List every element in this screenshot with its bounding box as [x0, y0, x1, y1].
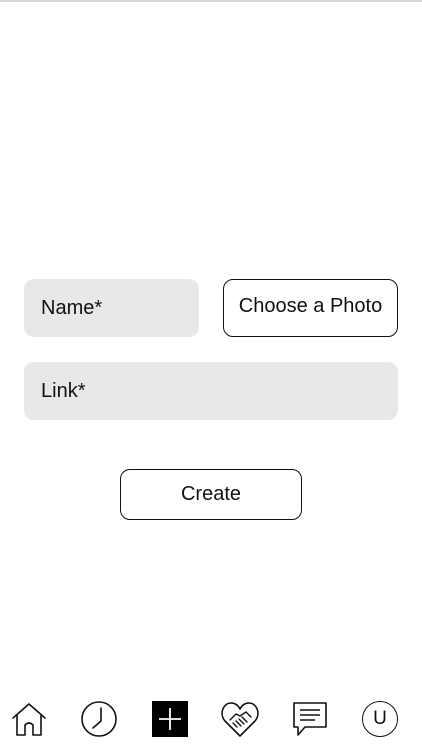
tab-history[interactable]: [79, 699, 119, 739]
home-icon: [12, 703, 46, 736]
user-icon: U: [362, 701, 398, 737]
add-tab-background: [152, 701, 188, 737]
link-placeholder: Link*: [41, 379, 86, 402]
choose-photo-button[interactable]: Choose a Photo: [223, 279, 398, 337]
name-placeholder: Name*: [41, 296, 103, 319]
plus-icon: [159, 708, 181, 730]
tab-messages[interactable]: [290, 699, 330, 739]
chat-icon: [293, 702, 327, 736]
top-divider: [0, 0, 422, 2]
name-input[interactable]: Name*: [24, 279, 199, 337]
user-initial: U: [373, 708, 387, 729]
heart-handshake-icon: [221, 702, 259, 737]
tab-profile[interactable]: U: [360, 699, 400, 739]
bottom-tab-bar: U: [0, 695, 422, 750]
create-button[interactable]: Create: [120, 469, 302, 520]
link-input[interactable]: Link*: [24, 362, 398, 420]
tab-add[interactable]: [150, 699, 190, 739]
clock-icon: [81, 701, 117, 737]
tab-home[interactable]: [9, 699, 49, 739]
tab-community[interactable]: [220, 699, 260, 739]
